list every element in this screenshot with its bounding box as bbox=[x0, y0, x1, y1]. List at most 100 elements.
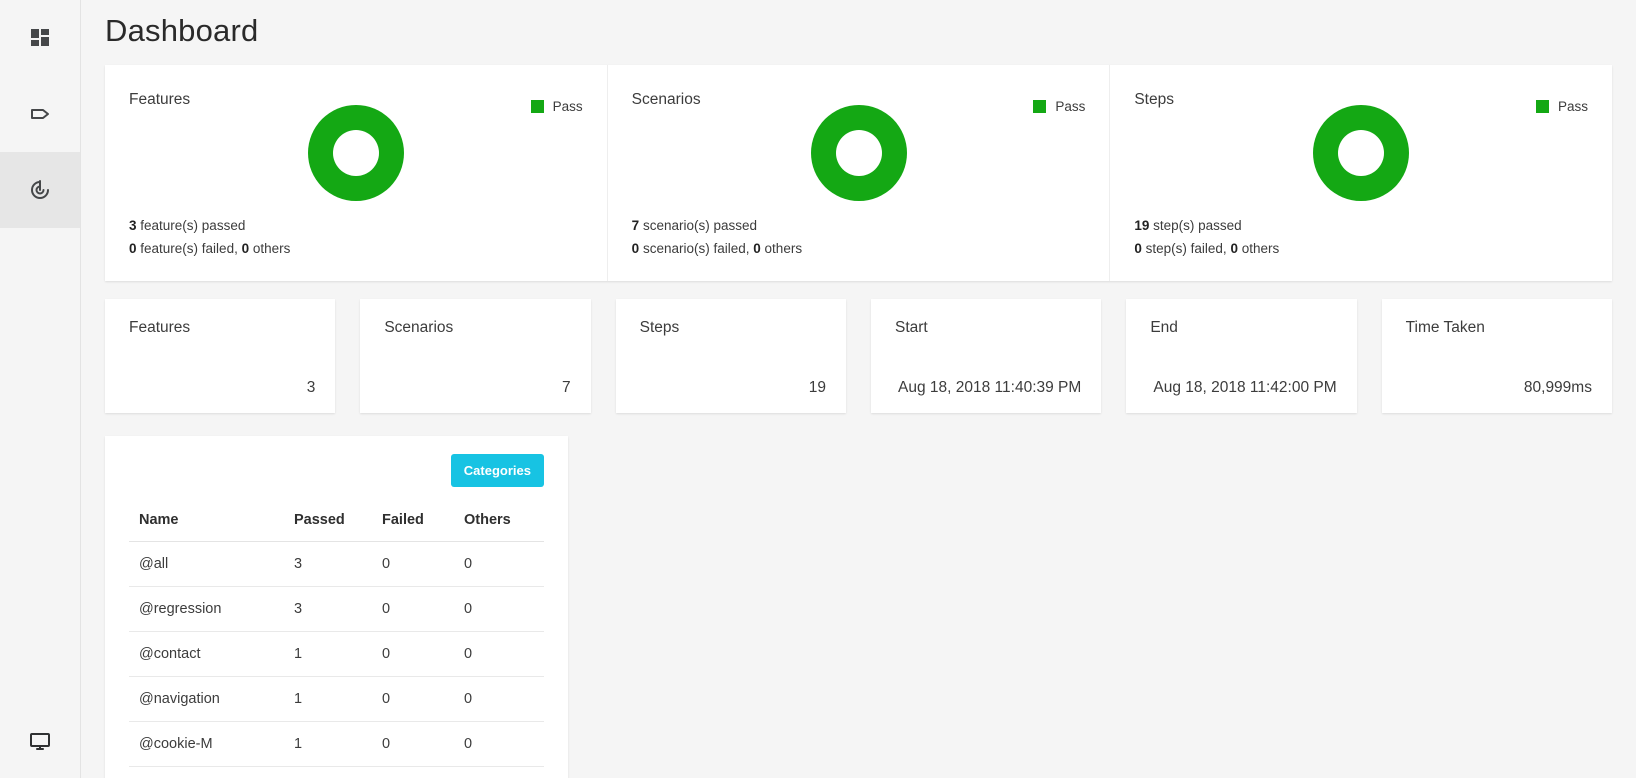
sidebar-item-tags[interactable] bbox=[0, 76, 80, 152]
stat-card-label: Scenarios bbox=[384, 319, 454, 336]
passed-count: 19 bbox=[1134, 217, 1150, 233]
cell-others: 0 bbox=[454, 721, 544, 767]
column-header-failed[interactable]: Failed bbox=[372, 512, 454, 542]
table-header-row: Name Passed Failed Others bbox=[129, 512, 544, 542]
cell-name: @navigation bbox=[129, 676, 284, 722]
donut-chart-scenarios[interactable] bbox=[810, 105, 907, 201]
stat-card-features: Features 3 bbox=[105, 299, 336, 413]
stat-card-value: 7 bbox=[562, 379, 571, 396]
cell-passed: 1 bbox=[284, 721, 372, 767]
stat-card-start: Start Aug 18, 2018 11:40:39 PM bbox=[870, 299, 1102, 413]
cell-name: @all bbox=[129, 541, 284, 587]
stat-card-value: Aug 18, 2018 11:40:39 PM bbox=[898, 379, 1082, 396]
failed-text: feature(s) failed, bbox=[140, 241, 238, 257]
donut-chart-steps[interactable] bbox=[1313, 105, 1410, 201]
failed-line: 0 feature(s) failed, 0 others bbox=[129, 237, 290, 261]
donut-card-steps: Steps Pass 19 step(s) passed 0 step(s) f… bbox=[1110, 65, 1613, 281]
table-row[interactable]: @regression 3 0 0 bbox=[129, 586, 544, 632]
summary-chart-row: Features Pass 3 feature(s) passed 0 feat… bbox=[105, 65, 1613, 281]
donut-hole bbox=[835, 130, 882, 176]
cell-others: 0 bbox=[454, 541, 544, 587]
failed-text: scenario(s) failed, bbox=[642, 241, 750, 257]
failed-count: 0 bbox=[129, 241, 137, 257]
cell-name: @contact bbox=[129, 631, 284, 677]
failed-line: 0 step(s) failed, 0 others bbox=[1134, 237, 1279, 261]
cell-name: @regression bbox=[129, 586, 284, 632]
donut-card-stats: 19 step(s) passed 0 step(s) failed, 0 ot… bbox=[1134, 214, 1279, 262]
donut-hole bbox=[332, 130, 379, 176]
sidebar-item-trends[interactable] bbox=[0, 152, 80, 228]
cell-failed: 0 bbox=[372, 586, 454, 632]
stat-card-label: Time Taken bbox=[1405, 319, 1485, 336]
cell-others: 0 bbox=[454, 676, 544, 722]
column-header-others[interactable]: Others bbox=[454, 512, 544, 542]
cell-name: @cookie-M bbox=[129, 721, 284, 767]
donut-card-stats: 3 feature(s) passed 0 feature(s) failed,… bbox=[129, 214, 290, 262]
stat-card-row: Features 3 Scenarios 7 Steps 19 Start Au… bbox=[105, 299, 1612, 413]
passed-count: 7 bbox=[631, 217, 640, 233]
sidebar-item-overview[interactable] bbox=[0, 0, 80, 76]
tag-icon bbox=[28, 102, 52, 126]
stat-card-steps: Steps 19 bbox=[615, 299, 846, 413]
failed-text: step(s) failed, bbox=[1145, 241, 1227, 257]
stat-card-value: 19 bbox=[808, 379, 826, 396]
failed-line: 0 scenario(s) failed, 0 others bbox=[632, 237, 802, 261]
app-root: Dashboard Features Pass 3 feature(s) pas… bbox=[0, 0, 1636, 778]
passed-text: feature(s) passed bbox=[140, 217, 246, 233]
passed-line: 19 step(s) passed bbox=[1134, 214, 1279, 238]
stat-card-label: End bbox=[1150, 319, 1178, 336]
cell-passed: 1 bbox=[284, 631, 372, 677]
passed-line: 3 feature(s) passed bbox=[129, 214, 290, 238]
table-row[interactable]: @cookie-M 1 0 0 bbox=[129, 721, 544, 767]
donut-chart-features[interactable] bbox=[307, 105, 404, 201]
donut-hole bbox=[1338, 130, 1385, 176]
stat-card-time-taken: Time Taken 80,999ms bbox=[1381, 299, 1612, 413]
main-content: Dashboard Features Pass 3 feature(s) pas… bbox=[81, 0, 1636, 778]
categories-table: Name Passed Failed Others @all 3 0 0 @re… bbox=[129, 512, 544, 767]
others-count: 0 bbox=[241, 241, 250, 257]
others-text: others bbox=[1241, 241, 1280, 257]
cell-passed: 3 bbox=[284, 541, 372, 587]
column-header-name[interactable]: Name bbox=[129, 512, 284, 542]
table-row[interactable]: @navigation 1 0 0 bbox=[129, 676, 544, 722]
passed-count: 3 bbox=[129, 217, 137, 233]
donut-chart-wrap bbox=[105, 105, 607, 201]
cell-passed: 3 bbox=[284, 586, 372, 632]
donut-card-features: Features Pass 3 feature(s) passed 0 feat… bbox=[105, 65, 608, 281]
stat-card-end: End Aug 18, 2018 11:42:00 PM bbox=[1126, 299, 1357, 413]
others-count: 0 bbox=[753, 241, 761, 257]
stat-card-label: Features bbox=[129, 319, 191, 336]
target-power-icon bbox=[28, 178, 52, 202]
passed-line: 7 scenario(s) passed bbox=[632, 214, 802, 238]
categories-table-head: Name Passed Failed Others bbox=[129, 512, 544, 542]
stat-card-value: Aug 18, 2018 11:42:00 PM bbox=[1153, 379, 1337, 396]
table-row[interactable]: @contact 1 0 0 bbox=[129, 631, 544, 677]
column-header-passed[interactable]: Passed bbox=[284, 512, 372, 542]
sidebar-item-display[interactable] bbox=[0, 708, 80, 778]
grid-dashboard-icon bbox=[29, 27, 51, 49]
donut-card-stats: 7 scenario(s) passed 0 scenario(s) faile… bbox=[632, 214, 802, 262]
stat-card-scenarios: Scenarios 7 bbox=[360, 299, 591, 413]
others-count: 0 bbox=[1230, 241, 1238, 257]
cell-others: 0 bbox=[454, 586, 544, 632]
stat-card-label: Start bbox=[894, 319, 928, 336]
categories-button[interactable]: Categories bbox=[450, 454, 544, 487]
cell-failed: 0 bbox=[372, 541, 454, 587]
table-row[interactable]: @all 3 0 0 bbox=[129, 541, 544, 587]
monitor-icon bbox=[28, 729, 52, 758]
sidebar bbox=[0, 0, 81, 778]
failed-count: 0 bbox=[1134, 241, 1142, 257]
categories-table-body: @all 3 0 0 @regression 3 0 0 @contact 1 bbox=[129, 541, 544, 767]
failed-count: 0 bbox=[631, 241, 640, 257]
stat-card-value: 80,999ms bbox=[1523, 379, 1592, 396]
categories-card: Categories Name Passed Failed Others @al… bbox=[105, 436, 568, 778]
stat-card-value: 3 bbox=[306, 379, 316, 396]
passed-text: step(s) passed bbox=[1153, 217, 1242, 233]
donut-chart-wrap bbox=[1110, 105, 1612, 201]
categories-button-row: Categories bbox=[129, 454, 544, 487]
page-title: Dashboard bbox=[105, 13, 259, 48]
others-text: others bbox=[252, 241, 291, 257]
passed-text: scenario(s) passed bbox=[642, 217, 758, 233]
cell-others: 0 bbox=[454, 631, 544, 677]
cell-failed: 0 bbox=[372, 721, 454, 767]
